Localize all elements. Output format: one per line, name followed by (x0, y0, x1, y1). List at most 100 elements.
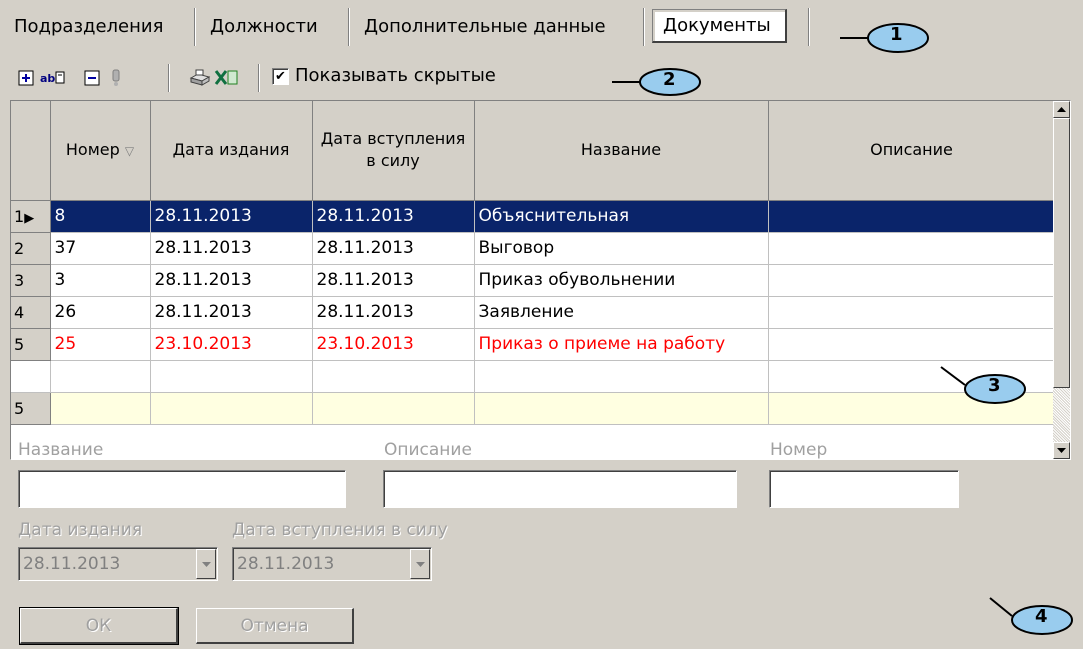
table-row[interactable]: 4 26 28.11.2013 28.11.2013 Заявление (11, 296, 1056, 329)
excel-export-icon (214, 70, 238, 85)
row-indicator[interactable]: 3 (11, 264, 51, 297)
print-button[interactable] (188, 68, 212, 88)
tab-separator (643, 8, 644, 46)
documents-grid[interactable]: Номер ▽ Дата издания Дата вступления в с… (10, 100, 1071, 460)
description-label: Описание (384, 440, 472, 460)
effective-date-picker[interactable]: 28.11.2013 (232, 547, 432, 581)
show-hidden-checkbox[interactable]: ✔ (272, 68, 289, 85)
cell-number[interactable]: 25 (50, 328, 151, 361)
tab-additional-data[interactable]: Дополнительные данные (364, 8, 606, 46)
cell-effective-date[interactable]: 28.11.2013 (312, 296, 475, 329)
callout-3-number: 3 (988, 375, 1001, 396)
tab-subdivisions[interactable]: Подразделения (14, 8, 163, 46)
cell-number[interactable]: 26 (50, 296, 151, 329)
edit-record-button[interactable]: ab (40, 68, 66, 88)
name-label: Название (18, 440, 104, 460)
cancel-button[interactable]: Отмена (196, 608, 354, 644)
row-indicator[interactable]: 4 (11, 296, 51, 329)
empty-row (11, 360, 1056, 393)
header-issue-date[interactable]: Дата издания (150, 101, 313, 201)
cell-description[interactable] (768, 264, 1056, 297)
cell-issue-date[interactable]: 28.11.2013 (150, 200, 313, 233)
add-record-button[interactable] (16, 68, 36, 88)
tab-documents[interactable]: Документы (652, 9, 787, 43)
header-name[interactable]: Название (474, 101, 769, 201)
cell-description[interactable] (768, 232, 1056, 265)
table-row[interactable]: 3 3 28.11.2013 28.11.2013 Приказ обуволь… (11, 264, 1056, 297)
number-field[interactable] (769, 470, 959, 508)
cell-description[interactable] (768, 328, 1056, 361)
table-row[interactable]: 1▶ 8 28.11.2013 28.11.2013 Объяснительна… (11, 200, 1056, 233)
cell-description[interactable] (768, 200, 1056, 233)
cell-issue-date[interactable]: 23.10.2013 (150, 328, 313, 361)
header-effective-date[interactable]: Дата вступления в силу (312, 101, 475, 201)
tab-separator (194, 8, 195, 46)
callout-3: 3 (940, 363, 1041, 418)
cell-number[interactable]: 37 (50, 232, 151, 265)
print-icon (189, 69, 211, 86)
issue-date-dropdown-button[interactable] (196, 549, 216, 579)
cell-effective-date[interactable]: 28.11.2013 (312, 200, 475, 233)
info-button[interactable] (106, 68, 126, 88)
tab-separator (348, 8, 349, 46)
arrow-down-icon (1057, 448, 1066, 453)
cell-name[interactable]: Приказ о приеме на работу (474, 328, 769, 361)
tab-positions[interactable]: Должности (210, 8, 318, 46)
table-header-row: Номер ▽ Дата издания Дата вступления в с… (11, 101, 1056, 201)
cell-name[interactable]: Объяснительная (474, 200, 769, 233)
delete-record-button[interactable] (82, 68, 102, 88)
cell-issue-date[interactable]: 28.11.2013 (150, 264, 313, 297)
cell-number[interactable]: 8 (50, 200, 151, 233)
chevron-down-icon (201, 561, 211, 567)
add-record-icon (18, 70, 34, 86)
cell-name[interactable]: Заявление (474, 296, 769, 329)
row-indicator[interactable]: 5 (11, 328, 51, 361)
cell-issue-date[interactable]: 28.11.2013 (150, 296, 313, 329)
callout-4: 4 (989, 596, 1080, 649)
row-indicator[interactable]: 2 (11, 232, 51, 265)
table-row[interactable]: 2 37 28.11.2013 28.11.2013 Выговор (11, 232, 1056, 265)
cell-name[interactable]: Выговор (474, 232, 769, 265)
scroll-up-button[interactable] (1053, 101, 1070, 118)
issue-date-picker[interactable]: 28.11.2013 (18, 547, 218, 581)
effective-date-value: 28.11.2013 (237, 554, 335, 574)
grid-vertical-scrollbar[interactable] (1053, 101, 1070, 459)
callout-1-number: 1 (890, 24, 903, 45)
issue-date-value: 28.11.2013 (23, 554, 121, 574)
callout-4-number: 4 (1035, 606, 1048, 627)
table-row[interactable]: 5 25 23.10.2013 23.10.2013 Приказ о прие… (11, 328, 1056, 361)
chevron-down-icon (415, 561, 425, 567)
current-row-arrow-icon: ▶ (24, 210, 35, 226)
description-field[interactable] (383, 470, 737, 508)
svg-text:ab: ab (40, 72, 55, 85)
cell-effective-date[interactable]: 28.11.2013 (312, 232, 475, 265)
summary-row: 5 (11, 392, 1056, 425)
excel-export-button[interactable] (214, 68, 238, 88)
effective-date-dropdown-button[interactable] (410, 549, 430, 579)
scroll-thumb[interactable] (1053, 118, 1070, 388)
arrow-up-icon (1057, 107, 1066, 112)
header-number-label: Номер (65, 139, 120, 159)
ok-button[interactable]: ОК (19, 607, 179, 645)
number-label: Номер (770, 440, 828, 460)
name-field[interactable] (18, 470, 346, 508)
cell-issue-date[interactable]: 28.11.2013 (150, 232, 313, 265)
tab-separator (808, 8, 809, 46)
cell-name[interactable]: Приказ обувольнении (474, 264, 769, 297)
header-indicator (11, 101, 51, 201)
documents-table: Номер ▽ Дата издания Дата вступления в с… (11, 101, 1056, 425)
header-description[interactable]: Описание (768, 101, 1056, 201)
cell-effective-date[interactable]: 23.10.2013 (312, 328, 475, 361)
cell-effective-date[interactable]: 28.11.2013 (312, 264, 475, 297)
header-number[interactable]: Номер ▽ (50, 101, 151, 201)
issue-date-label: Дата издания (18, 520, 143, 540)
cell-number[interactable]: 3 (50, 264, 151, 297)
row-indicator[interactable]: 1▶ (11, 200, 51, 233)
cell-description[interactable] (768, 296, 1056, 329)
show-hidden-label: Показывать скрытые (295, 65, 496, 86)
info-icon (112, 69, 120, 86)
scroll-down-button[interactable] (1053, 442, 1070, 459)
callout-1: 1 (840, 20, 940, 65)
toolbar-separator (258, 64, 259, 92)
edit-text-icon: ab (40, 71, 65, 85)
